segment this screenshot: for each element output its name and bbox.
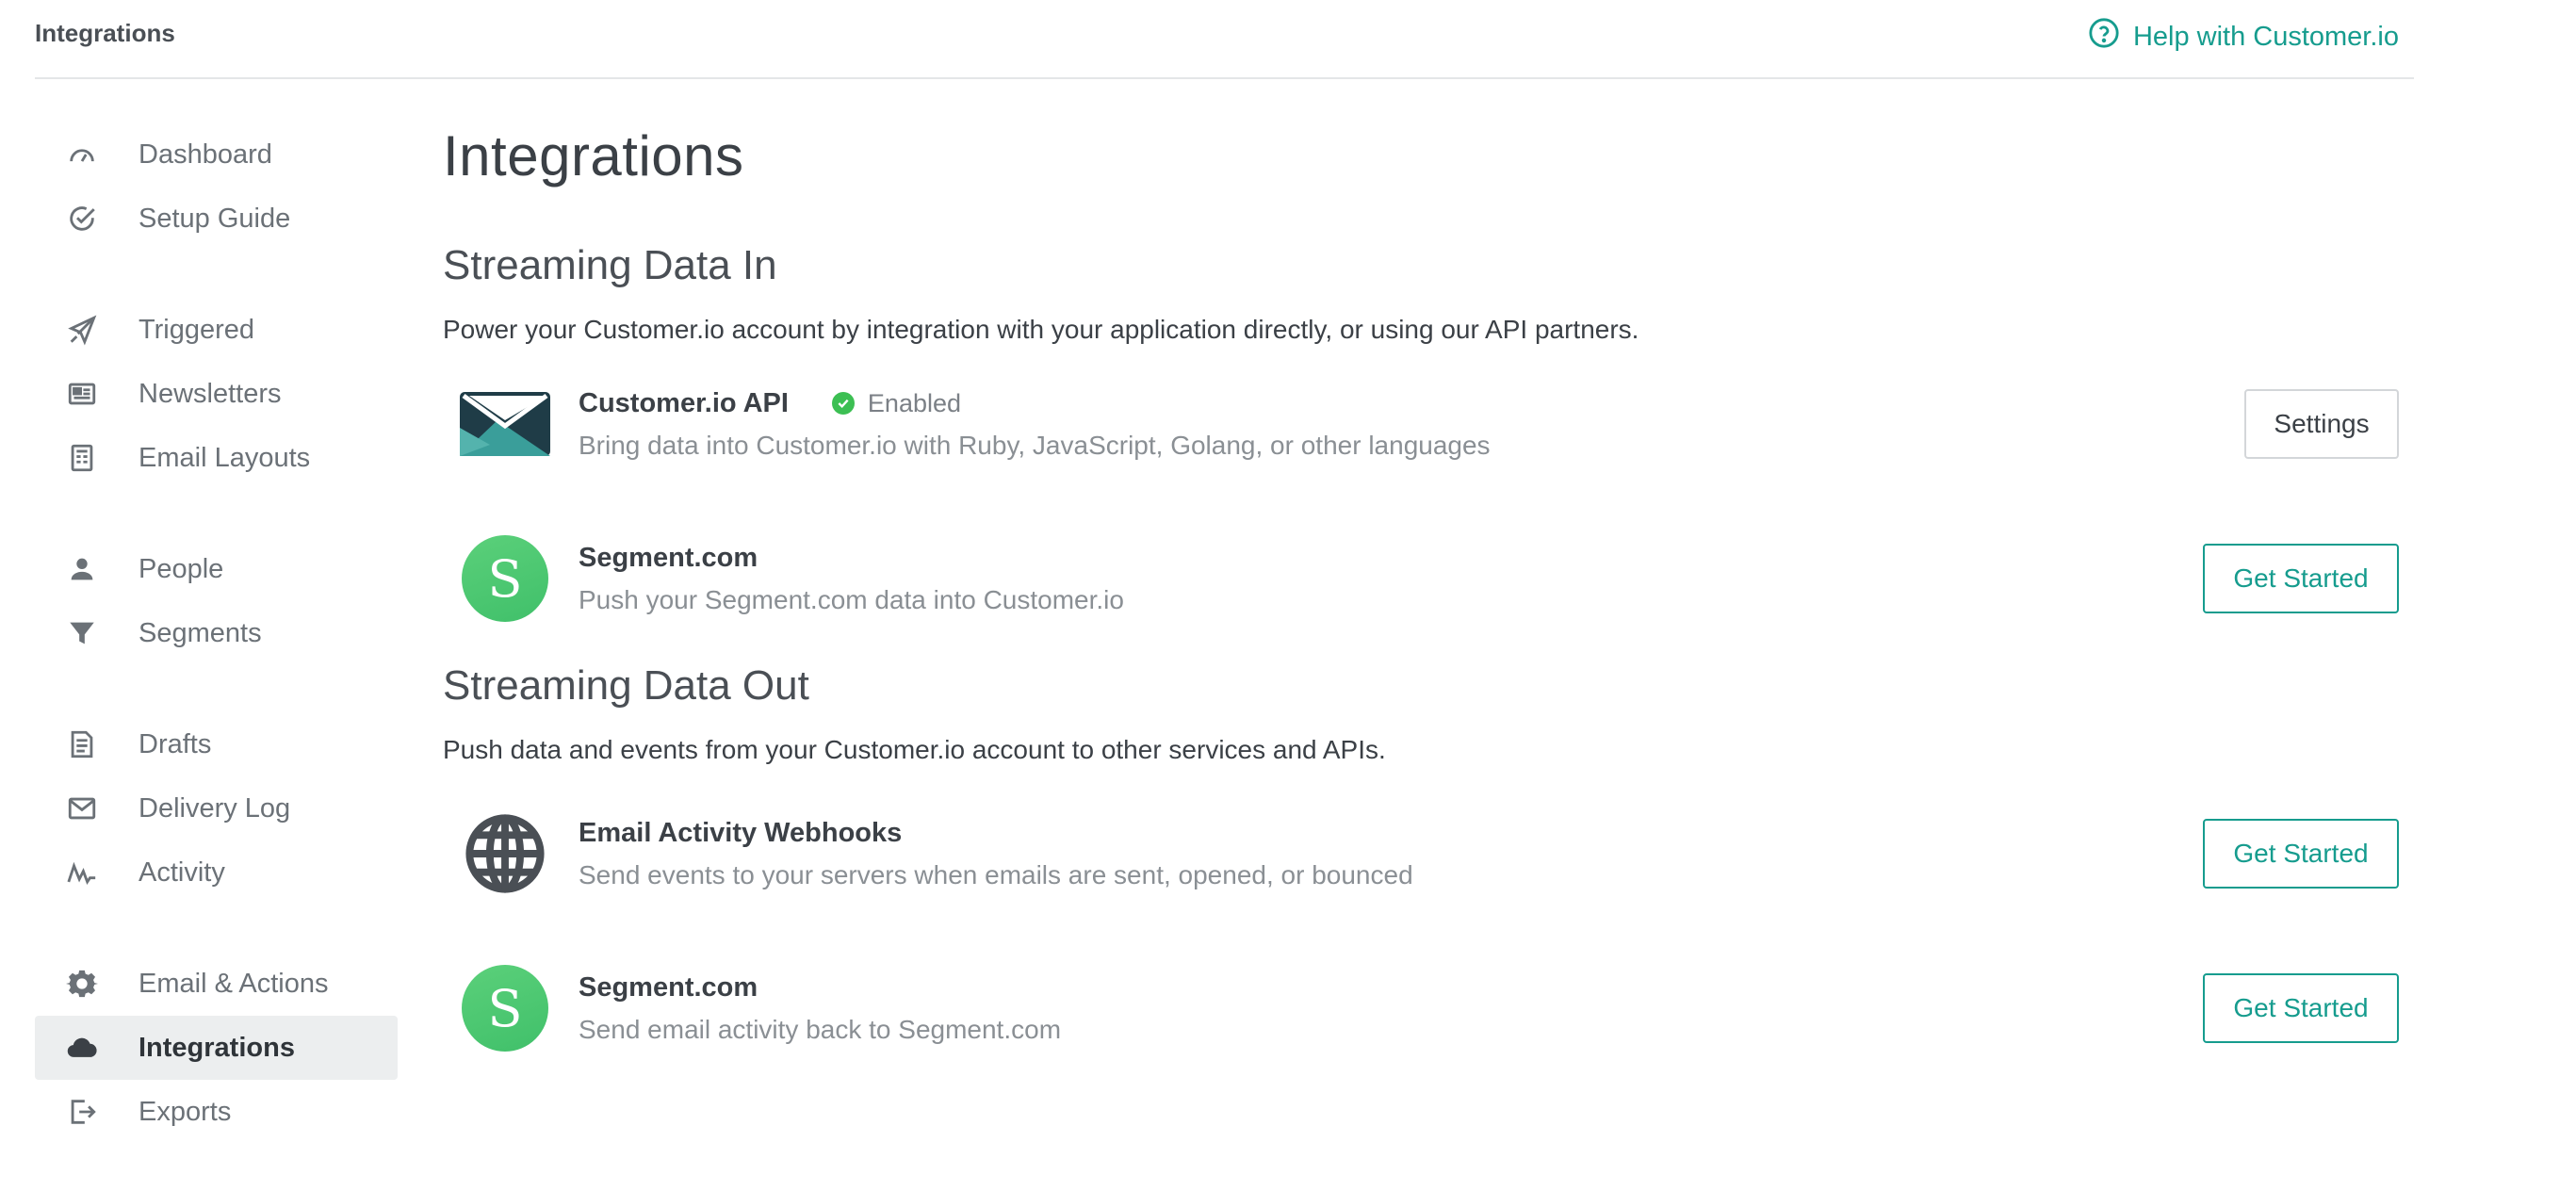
sidebar-item-dashboard[interactable]: Dashboard [35, 122, 398, 187]
integration-row-segment-out: S Segment.com Send email activity back t… [443, 931, 2414, 1085]
sidebar-item-drafts[interactable]: Drafts [35, 712, 398, 776]
sidebar-item-segments[interactable]: Segments [35, 601, 398, 665]
sidebar-item-email-layouts[interactable]: Email Layouts [35, 426, 398, 490]
main-content: Integrations Streaming Data In Power you… [443, 122, 2414, 1085]
filter-icon [65, 616, 99, 650]
segment-logo-icon: S [460, 963, 550, 1053]
top-bar: Integrations Help with Customer.io [35, 0, 2414, 79]
globe-icon [460, 808, 550, 899]
status-label: Enabled [867, 388, 962, 417]
newspaper-icon [65, 377, 99, 411]
sidebar: Dashboard Setup Guide Triggered Newslett… [35, 122, 398, 1191]
integration-name: Customer.io API [579, 387, 789, 418]
customerio-envelope-icon [460, 379, 550, 469]
nav-group-overview: Dashboard Setup Guide [35, 122, 398, 251]
sidebar-item-label: Exports [139, 1096, 232, 1127]
document-icon [65, 727, 99, 761]
section-description: Power your Customer.io account by integr… [443, 315, 1639, 344]
integration-name-line: Segment.com [579, 972, 2414, 1003]
sidebar-item-label: Integrations [139, 1032, 295, 1063]
segment-logo-icon: S [460, 533, 550, 624]
sidebar-item-email-actions[interactable]: Email & Actions [35, 952, 398, 1016]
integration-row-webhooks: Email Activity Webhooks Send events to y… [443, 776, 2414, 931]
help-link[interactable]: Help with Customer.io [2088, 17, 2399, 57]
integration-description: Send events to your servers when emails … [579, 859, 1413, 889]
sidebar-item-label: Dashboard [139, 139, 272, 170]
layout-icon [65, 441, 99, 475]
sidebar-item-activity[interactable]: Activity [35, 840, 398, 905]
integration-description: Push your Segment.com data into Customer… [579, 584, 1124, 614]
status-badge: Enabled [831, 388, 962, 418]
export-icon [65, 1095, 99, 1129]
integration-name-line: Email Activity Webhooks [579, 818, 2414, 849]
integration-text: Email Activity Webhooks Send events to y… [579, 818, 2414, 890]
person-icon [65, 552, 99, 586]
sidebar-item-triggered[interactable]: Triggered [35, 298, 398, 362]
sidebar-item-delivery-log[interactable]: Delivery Log [35, 776, 398, 840]
integration-name-line: Segment.com [579, 543, 2414, 574]
cloud-icon [65, 1031, 99, 1065]
sidebar-item-label: Activity [139, 857, 225, 888]
integration-row-segment-in: S Segment.com Push your Segment.com data… [443, 501, 2414, 656]
sidebar-item-newsletters[interactable]: Newsletters [35, 362, 398, 426]
sidebar-item-label: Triggered [139, 314, 255, 345]
sidebar-item-label: Newsletters [139, 378, 282, 409]
paper-plane-icon [65, 313, 99, 347]
section-title-streaming-out: Streaming Data Out [443, 662, 809, 709]
integration-description: Bring data into Customer.io with Ruby, J… [579, 430, 1491, 460]
get-started-button[interactable]: Get Started [2203, 973, 2399, 1043]
nav-group-audience: People Segments [35, 537, 398, 665]
question-circle-icon [2088, 17, 2120, 57]
sidebar-item-label: Segments [139, 617, 262, 648]
envelope-icon [65, 791, 99, 825]
get-started-button[interactable]: Get Started [2203, 544, 2399, 613]
integration-text: Segment.com Push your Segment.com data i… [579, 543, 2414, 615]
integration-name: Email Activity Webhooks [579, 817, 903, 848]
get-started-button[interactable]: Get Started [2203, 819, 2399, 889]
sidebar-item-label: Setup Guide [139, 203, 291, 234]
segment-logo-letter: S [462, 535, 548, 622]
sidebar-item-label: Drafts [139, 728, 212, 759]
sidebar-item-exports[interactable]: Exports [35, 1080, 398, 1144]
integration-row-customerio-api: Customer.io API Enabled Bring data into … [443, 347, 2414, 501]
check-circle-icon [65, 202, 99, 236]
integration-text: Customer.io API Enabled Bring data into … [579, 388, 2414, 461]
sidebar-item-label: Email & Actions [139, 968, 329, 999]
nav-group-messages: Triggered Newsletters Email Layouts [35, 298, 398, 490]
breadcrumb: Integrations [35, 19, 175, 47]
gauge-icon [65, 138, 99, 171]
integration-name: Segment.com [579, 542, 758, 573]
sidebar-item-label: Email Layouts [139, 442, 311, 473]
sidebar-item-label: People [139, 553, 224, 584]
integration-description: Send email activity back to Segment.com [579, 1014, 1062, 1044]
check-icon [831, 392, 855, 415]
integration-name-line: Customer.io API Enabled [579, 388, 2414, 419]
nav-group-content: Drafts Delivery Log Activity [35, 712, 398, 905]
section-title-streaming-in: Streaming Data In [443, 242, 777, 288]
nav-group-settings: Email & Actions Integrations Exports [35, 952, 398, 1144]
page-title: Integrations [443, 124, 744, 188]
settings-button[interactable]: Settings [2244, 389, 2399, 459]
integration-name: Segment.com [579, 971, 758, 1003]
sidebar-item-label: Delivery Log [139, 792, 291, 824]
sidebar-item-integrations[interactable]: Integrations [35, 1016, 398, 1080]
sidebar-item-people[interactable]: People [35, 537, 398, 601]
segment-logo-letter: S [462, 965, 548, 1052]
section-description: Push data and events from your Customer.… [443, 735, 1386, 764]
help-link-label: Help with Customer.io [2132, 21, 2399, 52]
activity-icon [65, 856, 99, 889]
gear-icon [65, 967, 99, 1001]
sidebar-item-setup-guide[interactable]: Setup Guide [35, 187, 398, 251]
integration-text: Segment.com Send email activity back to … [579, 972, 2414, 1045]
